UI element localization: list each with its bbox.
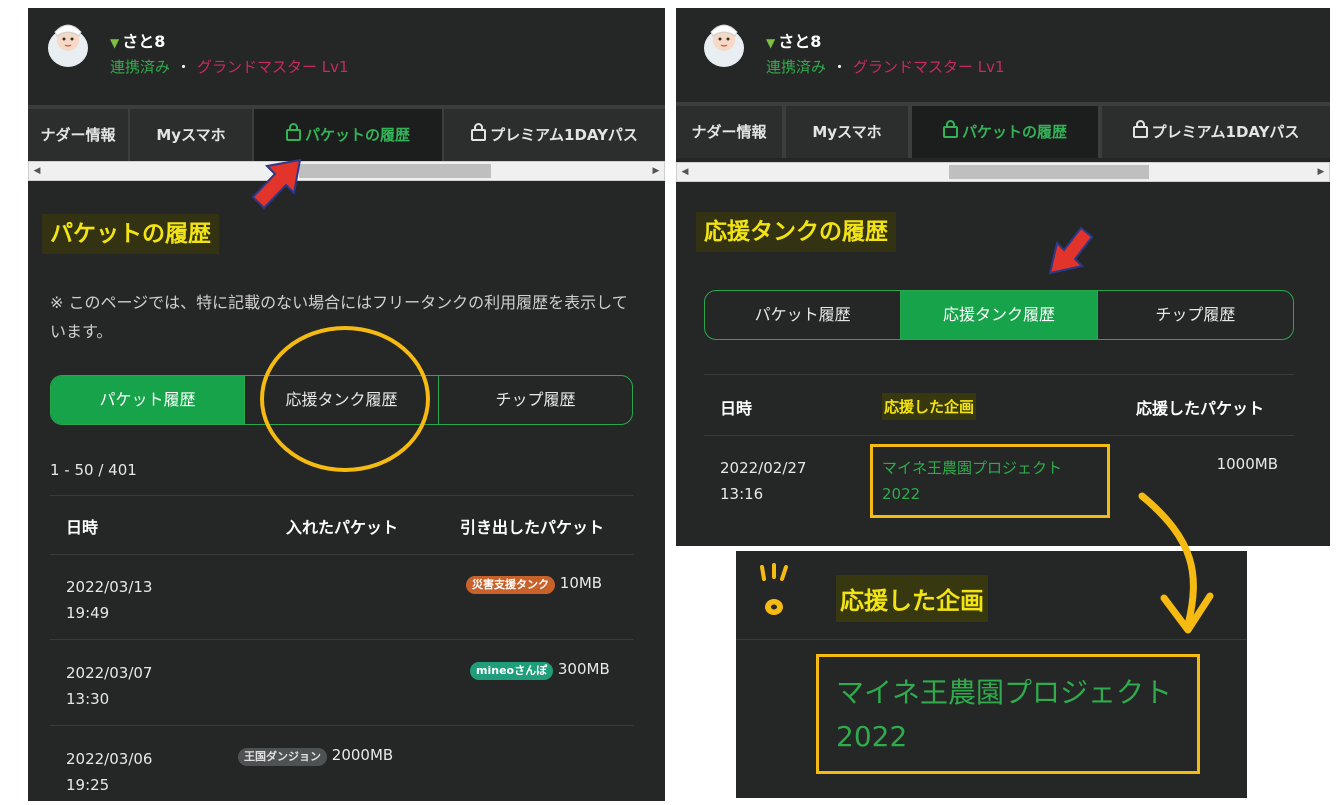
column-supported-project: 応援した企画 (882, 393, 977, 420)
zoomed-detail-panel: 応援した企画 マイネ王農園プロジェクト 2022 (736, 551, 1247, 798)
deposited-cell: 王国ダンジョン 2000MB (238, 746, 393, 766)
tab-scrollbar[interactable]: ◀ ▶ (28, 161, 665, 181)
withdrawn-cell: mineoさんぽ 300MB (470, 660, 610, 680)
support-tank-history-panel: ▼ さと8 連携済み・グランドマスター Lv1 ナダー情報 Myスマホ パケットの… (676, 8, 1330, 546)
beginner-leaf-icon: ▼ (110, 36, 120, 50)
user-header: ▼ さと8 連携済み・グランドマスター Lv1 (702, 16, 1320, 82)
user-status: 連携済み・グランドマスター Lv1 (110, 58, 349, 76)
scroll-thumb[interactable] (949, 165, 1149, 179)
segment-packet-history[interactable]: パケット履歴 (705, 291, 900, 339)
table-row: 2022/03/13 19:49 災害支援タンク 10MB (50, 554, 633, 640)
tab-calendar-info[interactable]: ナダー情報 (28, 109, 128, 161)
lock-icon (1132, 120, 1148, 138)
tab-premium-1day-pass[interactable]: プレミアム1DAYパス (444, 109, 665, 161)
lock-icon (285, 123, 301, 141)
sparkle-doodle-icon (760, 563, 788, 615)
source-badge[interactable]: 王国ダンジョン (238, 748, 327, 766)
supported-packet-value: 1000MB (1216, 455, 1278, 473)
user-header: ▼ さと8 連携済み・グランドマスター Lv1 (46, 16, 655, 82)
withdrawn-cell: 災害支援タンク 10MB (466, 574, 602, 594)
tab-packet-history[interactable]: パケットの履歴 (254, 109, 442, 161)
table-header: 日時 応援した企画 応援したパケット (704, 374, 1294, 436)
user-name[interactable]: ▼ さと8 (110, 28, 165, 52)
source-badge[interactable]: 災害支援タンク (466, 576, 555, 594)
source-badge[interactable]: mineoさんぽ (470, 662, 554, 680)
segment-tip-history[interactable]: チップ履歴 (438, 376, 632, 424)
table-row: 2022/03/07 13:30 mineoさんぽ 300MB (50, 640, 633, 726)
row-datetime: 2022/03/07 13:30 (66, 664, 153, 708)
table-header: 日時 入れたパケット 引き出したパケット (50, 495, 633, 555)
row-datetime: 2022/03/06 19:25 (66, 750, 153, 794)
segment-packet-history[interactable]: パケット履歴 (51, 376, 244, 424)
tab-premium-1day-pass[interactable]: プレミアム1DAYパス (1102, 106, 1330, 158)
packet-history-panel: ▼ さと8 連携済み・グランドマスター Lv1 ナダー情報 Myスマホ パケットの… (28, 8, 665, 801)
scroll-right-arrow-icon[interactable]: ▶ (1313, 163, 1329, 181)
zoom-column-header: 応援した企画 (836, 575, 988, 622)
tab-scrollbar[interactable]: ◀ ▶ (676, 162, 1330, 182)
row-datetime: 2022/02/27 13:16 (720, 459, 807, 503)
column-deposited: 入れたパケット (286, 518, 399, 537)
page-title: パケットの履歴 (42, 214, 219, 254)
tab-calendar-info[interactable]: ナダー情報 (676, 106, 782, 158)
avatar (704, 24, 744, 67)
history-type-switch: パケット履歴 応援タンク履歴 チップ履歴 (704, 290, 1294, 340)
user-name[interactable]: ▼ さと8 (766, 28, 821, 52)
lock-icon (471, 123, 487, 141)
row-datetime: 2022/03/13 19:49 (66, 578, 153, 622)
rank-label: グランドマスター Lv1 (197, 58, 349, 76)
linked-status: 連携済み (110, 58, 171, 76)
column-supported-packet: 応援したパケット (1136, 399, 1265, 418)
annotation-box (870, 444, 1110, 518)
divider (736, 639, 1247, 640)
tab-my-smartphone[interactable]: Myスマホ (786, 106, 908, 158)
scroll-thumb[interactable] (299, 164, 491, 178)
segment-support-tank-history[interactable]: 応援タンク履歴 (900, 291, 1097, 339)
annotation-box (816, 654, 1200, 774)
tab-bar: ナダー情報 Myスマホ パケットの履歴 プレミアム1DAYパス (676, 102, 1330, 158)
tab-packet-history[interactable]: パケットの履歴 (912, 106, 1098, 158)
column-withdrawn: 引き出したパケット (460, 518, 605, 537)
table-row: 2022/03/06 19:25 王国ダンジョン 2000MB (50, 726, 633, 801)
column-datetime: 日時 (720, 399, 753, 418)
segment-tip-history[interactable]: チップ履歴 (1096, 291, 1293, 339)
scroll-left-arrow-icon[interactable]: ◀ (677, 163, 693, 181)
column-datetime: 日時 (66, 518, 99, 537)
lock-icon (942, 120, 958, 138)
tab-my-smartphone[interactable]: Myスマホ (130, 109, 252, 161)
user-status: 連携済み・グランドマスター Lv1 (766, 58, 1005, 76)
tab-bar: ナダー情報 Myスマホ パケットの履歴 プレミアム1DAYパス (28, 105, 665, 161)
beginner-leaf-icon: ▼ (766, 36, 776, 50)
avatar (48, 24, 88, 67)
result-count: 1 - 50 / 401 (50, 461, 137, 479)
page-title: 応援タンクの履歴 (696, 212, 896, 252)
annotation-circle (260, 326, 430, 472)
scroll-right-arrow-icon[interactable]: ▶ (648, 162, 664, 180)
scroll-left-arrow-icon[interactable]: ◀ (29, 162, 45, 180)
